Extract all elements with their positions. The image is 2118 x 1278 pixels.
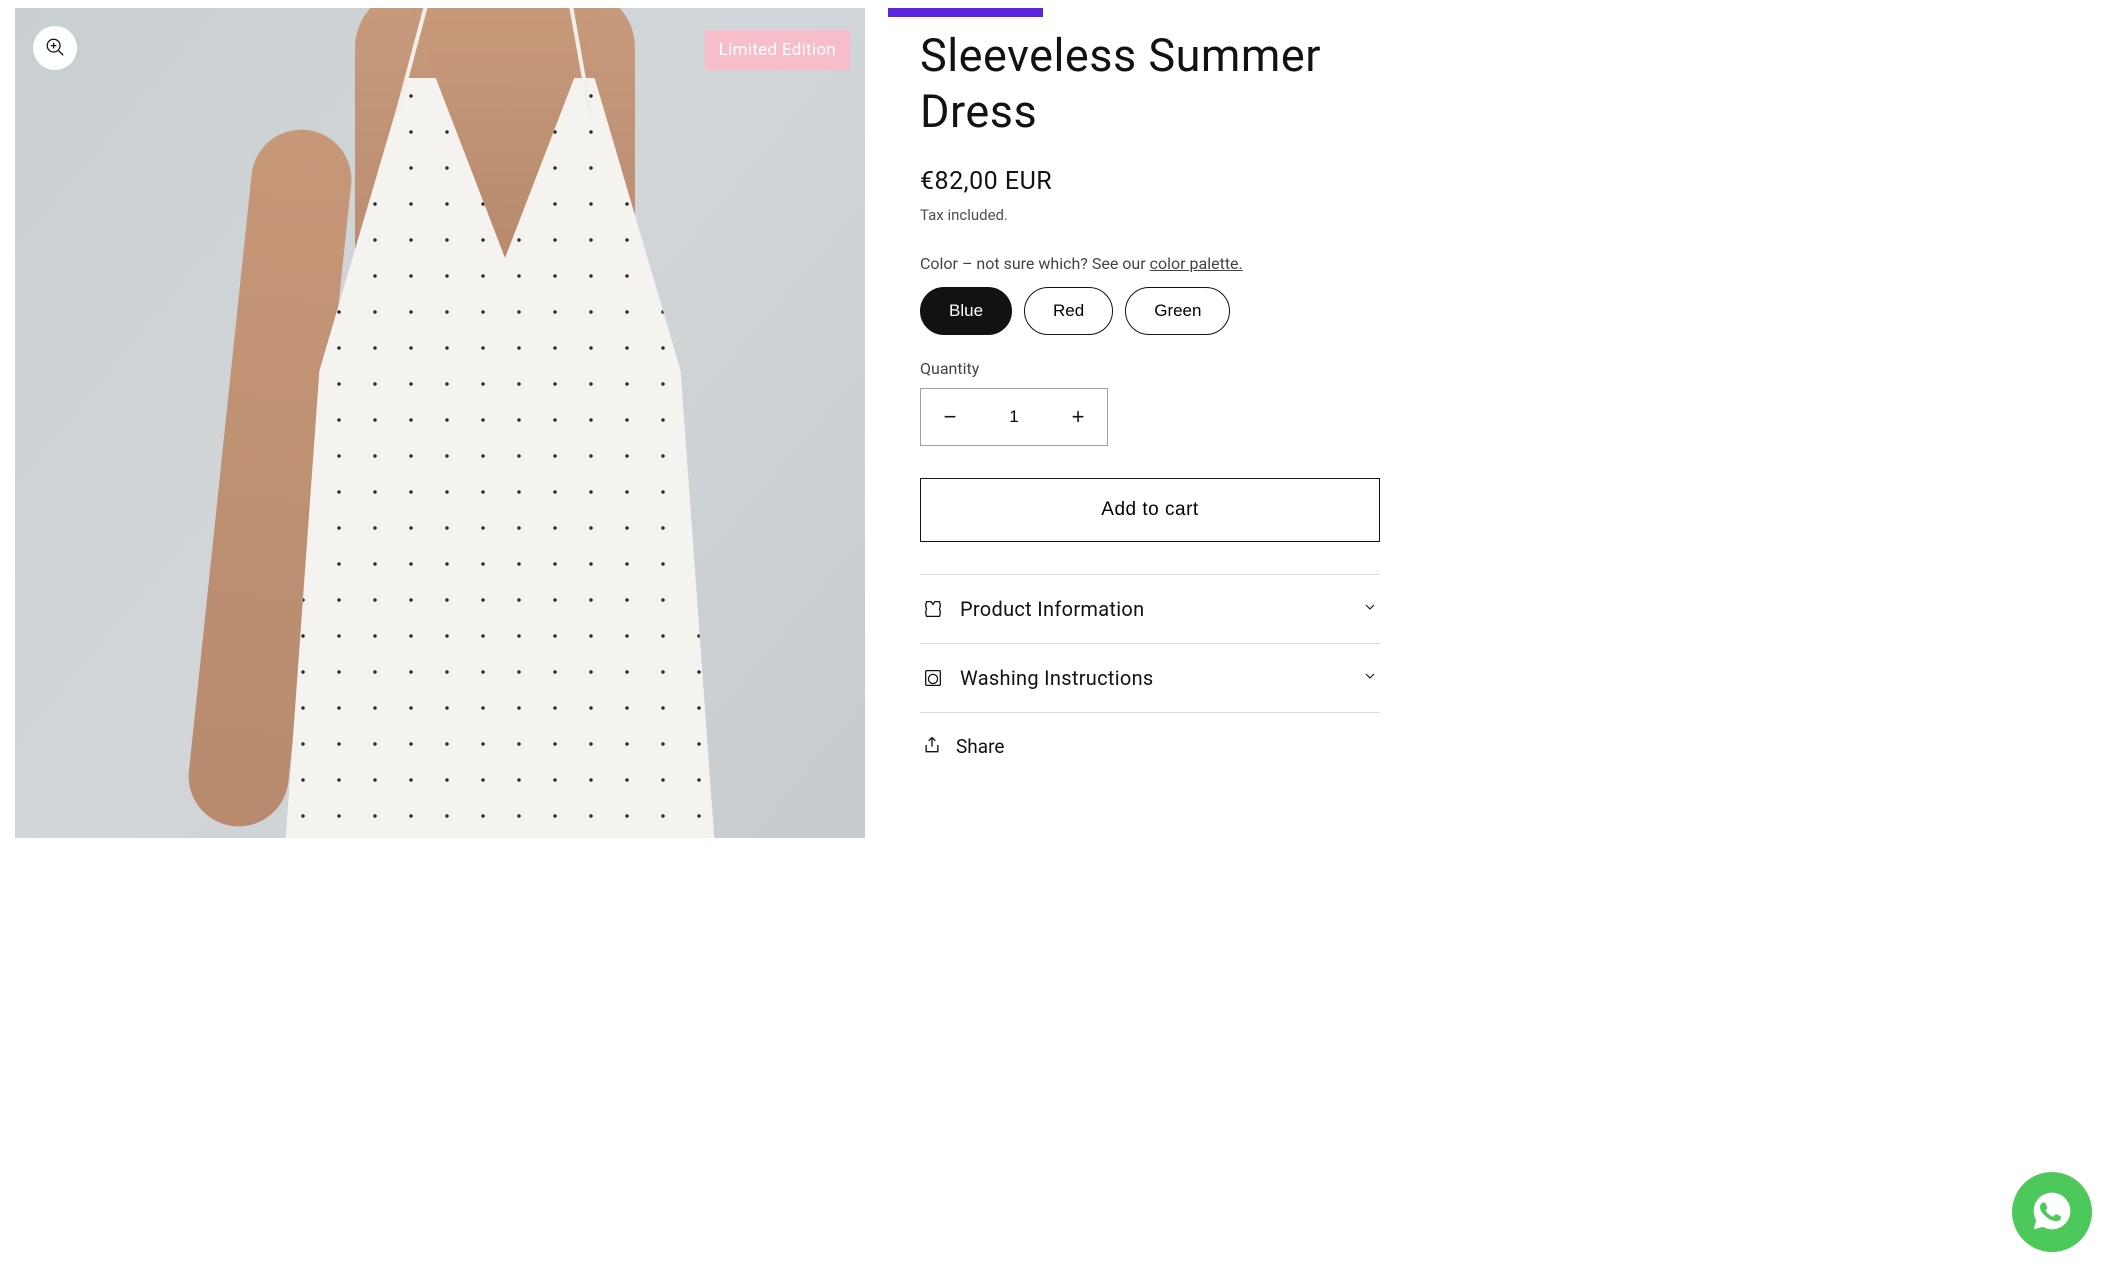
color-label-prefix: Color – not sure which? See our (920, 254, 1150, 273)
product-image[interactable]: Limited Edition (15, 8, 865, 838)
color-label: Color – not sure which? See our color pa… (920, 254, 1380, 273)
tax-note: Tax included. (920, 206, 1380, 224)
color-swatch-blue[interactable]: Blue (920, 287, 1012, 335)
product-price: €82,00 EUR (920, 167, 1380, 196)
color-swatches: Blue Red Green (920, 287, 1380, 335)
product-figure (165, 8, 725, 838)
product-title: Sleeveless Summer Dress (920, 28, 1380, 141)
accordion-washing[interactable]: Washing Instructions (920, 644, 1380, 713)
accordion-title: Product Information (960, 597, 1346, 621)
accent-bar (888, 8, 1043, 17)
magnify-icon (44, 36, 66, 61)
washing-icon (922, 667, 944, 689)
whatsapp-icon (2030, 1189, 2074, 1236)
share-label: Share (956, 735, 1004, 758)
chevron-down-icon (1362, 599, 1378, 619)
add-to-cart-button[interactable]: Add to cart (920, 478, 1380, 542)
quantity-decrease-button[interactable]: − (921, 388, 979, 446)
plus-icon: + (1072, 404, 1085, 430)
limited-edition-badge: Limited Edition (705, 30, 850, 70)
accordion: Product Information Washing Instructions (920, 574, 1380, 713)
minus-icon: − (944, 404, 957, 430)
color-swatch-red[interactable]: Red (1024, 287, 1113, 335)
color-swatch-green[interactable]: Green (1125, 287, 1230, 335)
share-button[interactable]: Share (920, 713, 1380, 759)
quantity-input[interactable] (979, 407, 1049, 427)
share-icon (922, 735, 942, 759)
chevron-down-icon (1362, 668, 1378, 688)
color-palette-link[interactable]: color palette. (1150, 254, 1243, 273)
product-info: Sleeveless Summer Dress €82,00 EUR Tax i… (920, 8, 1380, 838)
quantity-label: Quantity (920, 359, 1380, 378)
whatsapp-button[interactable] (2012, 1172, 2092, 1252)
accordion-product-info[interactable]: Product Information (920, 575, 1380, 644)
leather-icon (922, 598, 944, 620)
accordion-title: Washing Instructions (960, 666, 1346, 690)
quantity-increase-button[interactable]: + (1049, 388, 1107, 446)
quantity-stepper: − + (920, 388, 1108, 446)
zoom-button[interactable] (33, 26, 77, 70)
